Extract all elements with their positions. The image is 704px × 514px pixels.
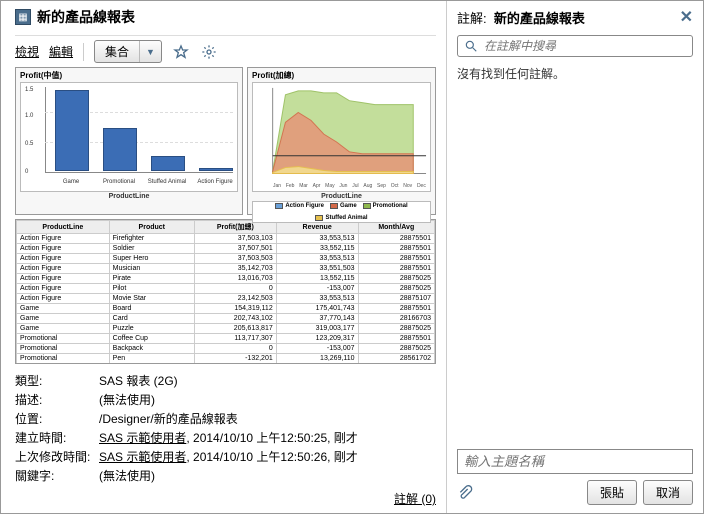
- set-dropdown-label: 集合: [95, 41, 140, 62]
- metadata: 類型:SAS 報表 (2G) 描述:(無法使用) 位置:/Designer/新的…: [15, 372, 436, 486]
- annotation-link[interactable]: 註解 (0): [394, 492, 436, 506]
- meta-modified: SAS 示範使用者, 2014/10/10 上午12:50:26, 剛才: [99, 448, 358, 465]
- annotation-search[interactable]: [457, 35, 693, 57]
- table-header: ProductLine: [17, 221, 110, 234]
- table-row: GamePuzzle205,613,817319,003,17728875025: [17, 324, 435, 334]
- search-input[interactable]: [484, 39, 686, 53]
- area-chart: Profit(加總) JanFebMarAprMayJunJulAugSepOc…: [247, 67, 436, 215]
- table-row: PromotionalBackpack0-153,00728875025: [17, 344, 435, 354]
- table-row: Action FigureMusician35,142,70333,551,50…: [17, 264, 435, 274]
- meta-keywords: (無法使用): [99, 467, 155, 484]
- table-row: Action FigurePilot0-153,00728875025: [17, 284, 435, 294]
- cancel-button[interactable]: 取消: [643, 480, 693, 505]
- meta-created: SAS 示範使用者, 2014/10/10 上午12:50:25, 剛才: [99, 429, 358, 446]
- table-row: Action FigureMovie Star23,142,50333,553,…: [17, 294, 435, 304]
- separator: [83, 43, 84, 61]
- table-row: Action FigureSoldier37,507,50133,552,115…: [17, 244, 435, 254]
- star-icon[interactable]: [172, 43, 190, 61]
- bar-stuffed: [151, 156, 185, 171]
- report-icon: ▦: [15, 9, 31, 25]
- no-results-text: 沒有找到任何註解。: [457, 67, 565, 81]
- bar-chart-title: Profit(中值): [20, 70, 238, 81]
- view-link[interactable]: 檢視: [15, 43, 39, 60]
- toolbar: 檢視 編輯 集合 ▼: [15, 35, 436, 63]
- annotation-actions: 張貼 取消: [457, 480, 693, 505]
- area-xlabel: ProductLine: [252, 193, 431, 200]
- meta-location: /Designer/新的產品線報表: [99, 410, 238, 427]
- post-button[interactable]: 張貼: [587, 480, 637, 505]
- annotation-pane: 註解: 新的產品線報表 ✕ 沒有找到任何註解。 張貼 取消: [447, 1, 703, 513]
- area-legend: Action Figure Game Promotional Stuffed A…: [252, 201, 431, 223]
- attachment-icon[interactable]: [457, 484, 473, 502]
- bar-promotional: [103, 128, 137, 171]
- annotation-header: 註解: 新的產品線報表 ✕: [457, 7, 693, 27]
- annotation-link-row: 註解 (0): [15, 490, 436, 507]
- chart-row: Profit(中值) 0 0.5 1.0 1.5 Game Promotiona…: [15, 67, 436, 215]
- annotation-results: 沒有找到任何註解。: [457, 65, 693, 449]
- table-row: PromotionalPlaque37,50333,55328875501: [17, 364, 435, 365]
- table-row: PromotionalCoffee Cup113,717,307123,209,…: [17, 334, 435, 344]
- bar-game: [55, 90, 89, 171]
- table-row: PromotionalPen-132,20113,269,11028561702: [17, 354, 435, 364]
- subject-input[interactable]: [457, 449, 693, 474]
- set-dropdown[interactable]: 集合 ▼: [94, 40, 162, 63]
- table-header: Product: [109, 221, 194, 234]
- report-preview-pane: ▦ 新的產品線報表 檢視 編輯 集合 ▼ Profit(中值) 0 0.5: [1, 1, 447, 513]
- search-icon: [464, 39, 478, 53]
- chevron-down-icon: ▼: [140, 41, 161, 62]
- meta-type: SAS 報表 (2G): [99, 372, 178, 389]
- annotation-title: 註解: 新的產品線報表: [457, 8, 585, 27]
- meta-desc: (無法使用): [99, 391, 155, 408]
- table-row: GameCard202,743,10237,770,14328166703: [17, 314, 435, 324]
- table-row: GameBoard154,319,112175,401,74328875501: [17, 304, 435, 314]
- page-title: 新的產品線報表: [37, 7, 135, 27]
- table-row: Action FigureSuper Hero37,503,50333,553,…: [17, 254, 435, 264]
- area-chart-title: Profit(加總): [252, 70, 431, 81]
- data-table: ProductLineProductProfit(加總)RevenueMonth…: [16, 220, 435, 364]
- close-icon[interactable]: ✕: [680, 7, 693, 27]
- gear-icon[interactable]: [200, 43, 218, 61]
- data-table-wrap: ProductLineProductProfit(加總)RevenueMonth…: [15, 219, 436, 364]
- table-row: Action FigurePirate13,016,70313,552,1152…: [17, 274, 435, 284]
- title-bar: ▦ 新的產品線報表: [15, 7, 436, 27]
- bar-chart-body: 0 0.5 1.0 1.5 Game Promotional Stuffed A…: [20, 82, 238, 192]
- table-row: Action FigureFirefighter37,503,10333,553…: [17, 234, 435, 244]
- bar-xlabel: ProductLine: [20, 193, 238, 200]
- area-svg: [253, 83, 430, 191]
- area-chart-body: JanFebMarAprMayJunJulAugSepOctNovDec: [252, 82, 431, 192]
- bar-action: [199, 168, 233, 171]
- edit-link[interactable]: 編輯: [49, 43, 73, 60]
- bar-chart: Profit(中值) 0 0.5 1.0 1.5 Game Promotiona…: [15, 67, 243, 215]
